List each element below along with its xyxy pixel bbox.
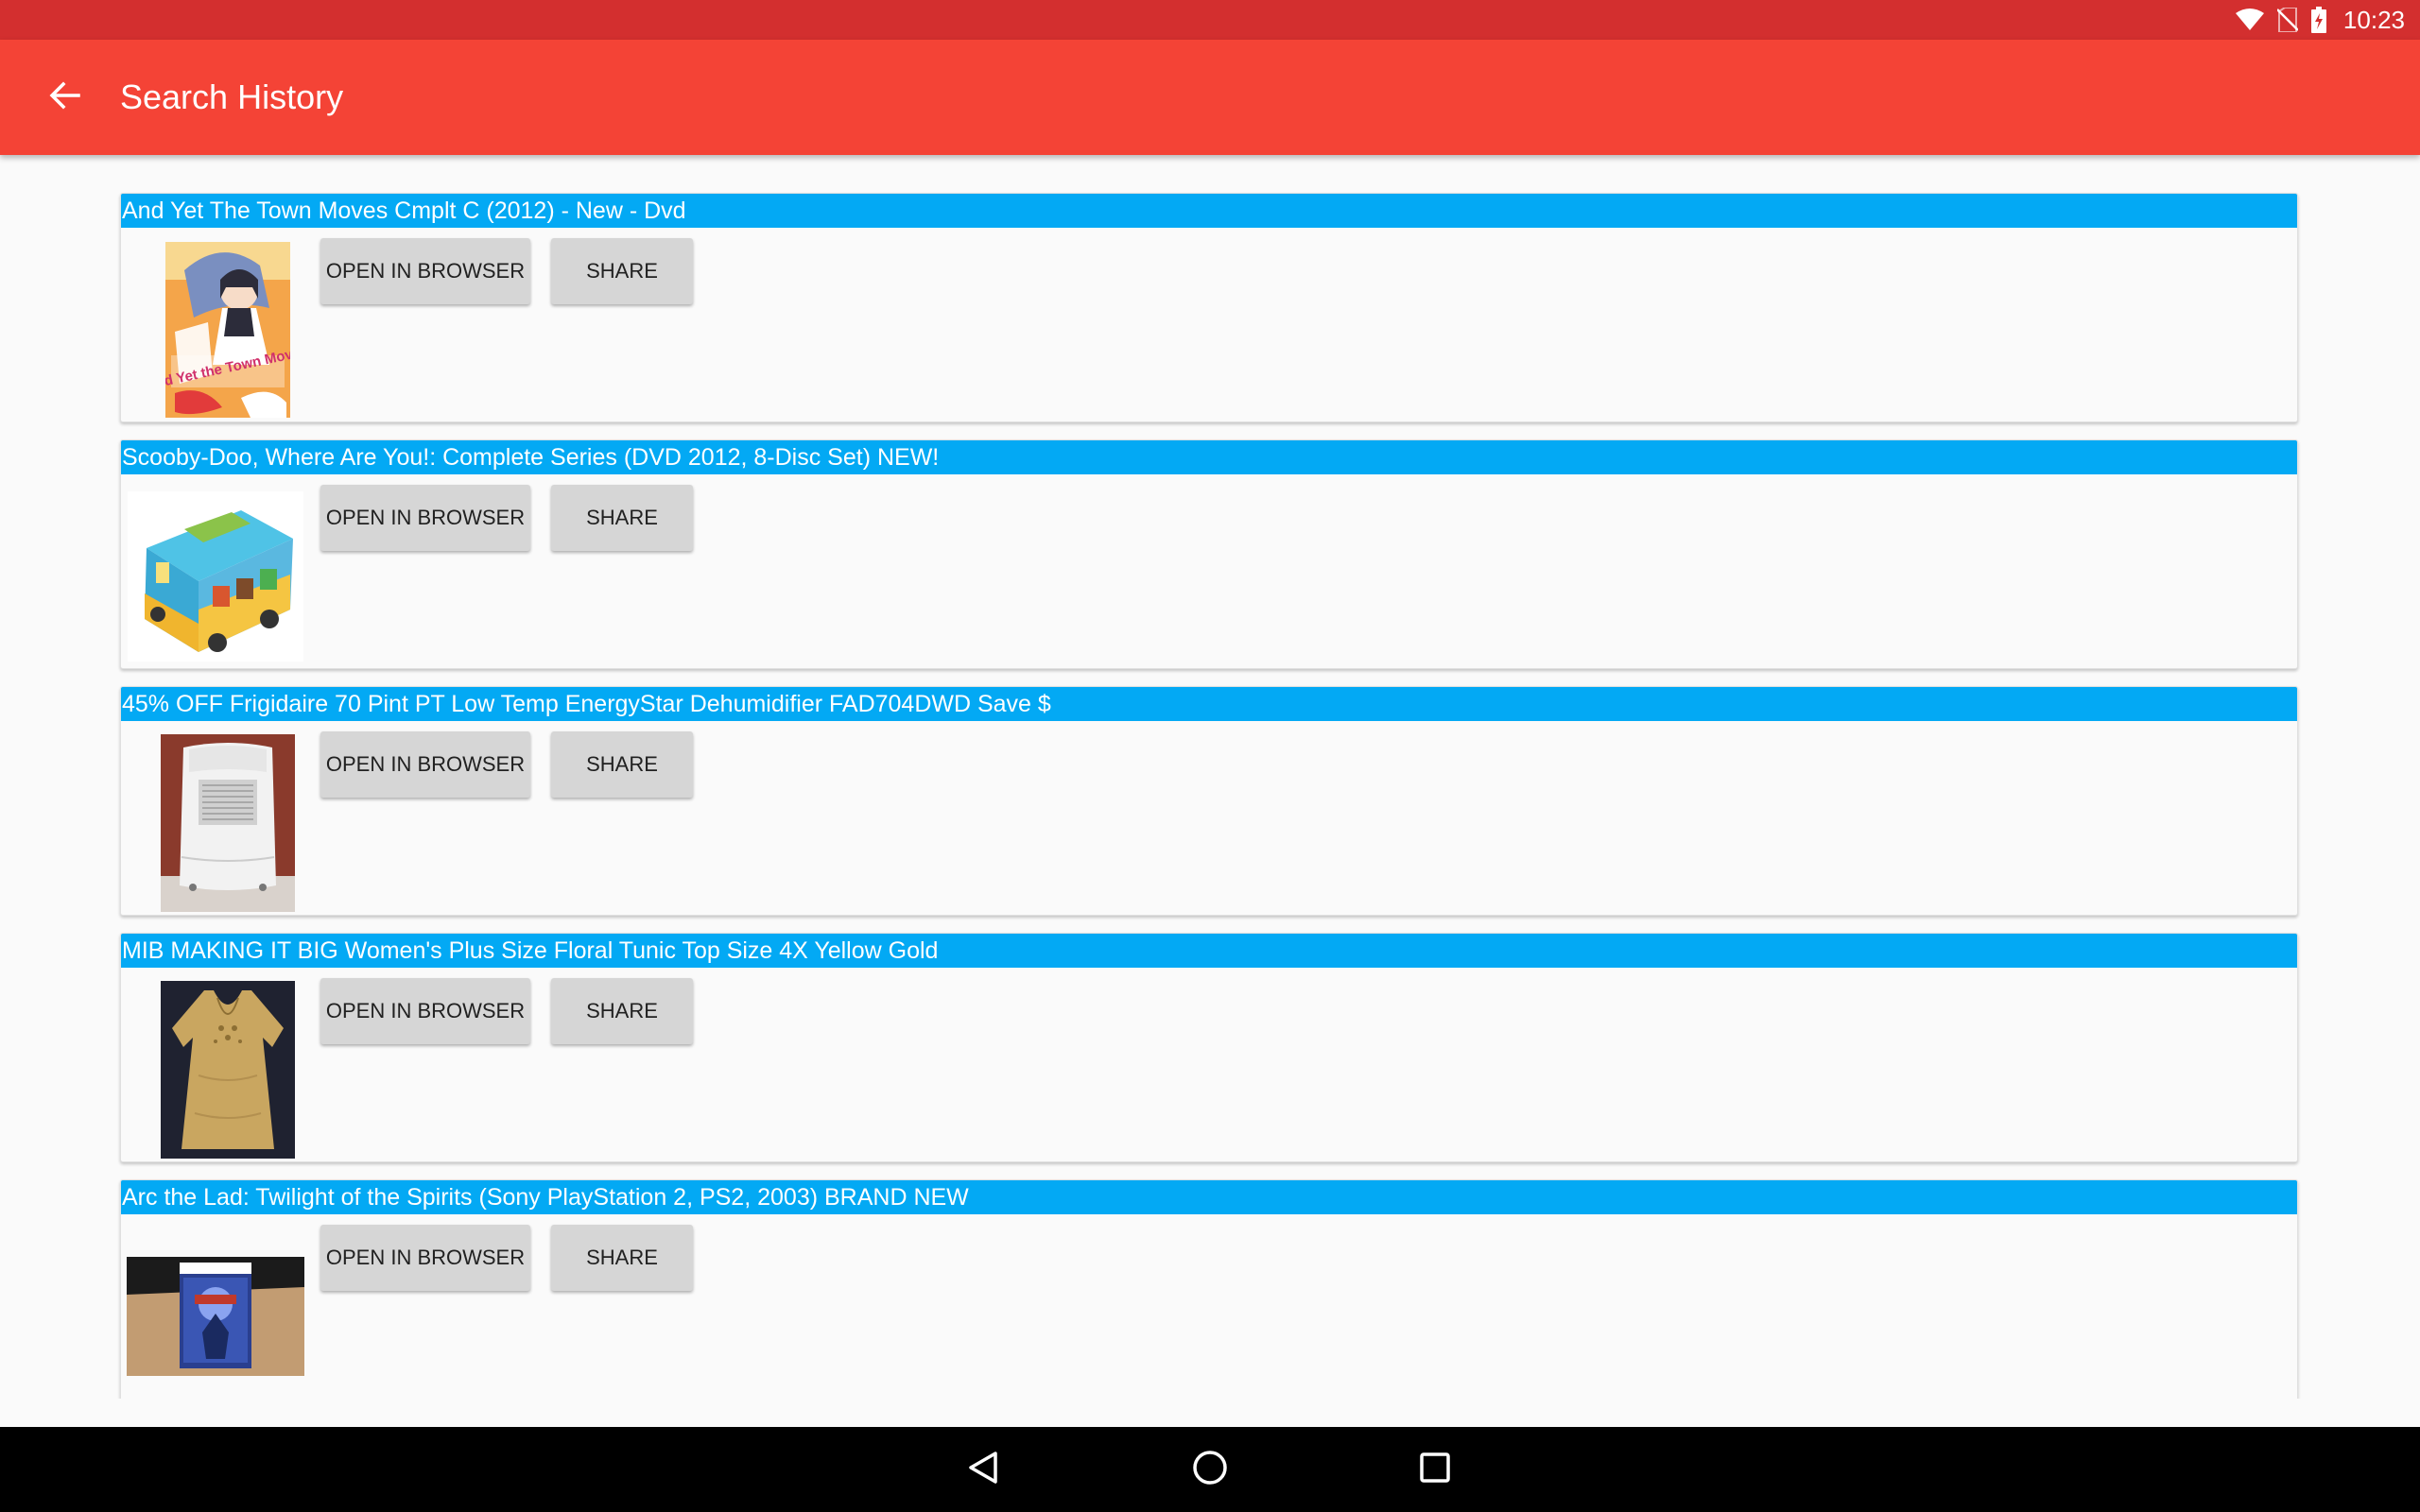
game-case-thumbnail: [127, 1257, 304, 1376]
item-thumbnail[interactable]: [126, 488, 305, 665]
item-title: Scooby-Doo, Where Are You!: Complete Ser…: [121, 440, 2297, 474]
item-thumbnail[interactable]: [126, 1228, 305, 1399]
history-card: Scooby-Doo, Where Are You!: Complete Ser…: [120, 439, 2298, 669]
item-thumbnail[interactable]: And Yet the Town Moves: [138, 241, 318, 419]
share-button[interactable]: SHARE: [551, 731, 693, 798]
arrow-back-icon: [48, 79, 80, 116]
item-title: Arc the Lad: Twilight of the Spirits (So…: [121, 1180, 2297, 1214]
no-sim-icon: [2276, 8, 2298, 32]
status-icons: 10:23: [2235, 0, 2405, 40]
status-bar: 10:23: [0, 0, 2420, 40]
tunic-top-thumbnail: [161, 981, 295, 1159]
open-in-browser-button[interactable]: OPEN IN BROWSER: [320, 978, 530, 1044]
share-button[interactable]: SHARE: [551, 1225, 693, 1291]
open-in-browser-button[interactable]: OPEN IN BROWSER: [320, 1225, 530, 1291]
item-thumbnail[interactable]: [138, 981, 318, 1159]
page-title: Search History: [120, 77, 344, 116]
back-button[interactable]: [34, 67, 95, 128]
history-card: MIB MAKING IT BIG Women's Plus Size Flor…: [120, 933, 2298, 1162]
wifi-icon: [2235, 9, 2264, 31]
nav-recents-icon: [1419, 1452, 1451, 1488]
history-card: 45% OFF Frigidaire 70 Pint PT Low Temp E…: [120, 686, 2298, 916]
nav-home-button[interactable]: [1180, 1439, 1240, 1500]
share-button[interactable]: SHARE: [551, 978, 693, 1044]
nav-home-icon: [1192, 1450, 1228, 1490]
open-in-browser-button[interactable]: OPEN IN BROWSER: [320, 485, 530, 551]
history-card: And Yet The Town Moves Cmplt C (2012) - …: [120, 193, 2298, 422]
share-button[interactable]: SHARE: [551, 238, 693, 304]
dvd-cover-thumbnail: And Yet the Town Moves: [165, 242, 290, 418]
nav-back-icon: [967, 1451, 999, 1489]
dvd-box-set-thumbnail: [128, 491, 303, 662]
app-bar: Search History: [0, 40, 2420, 155]
item-thumbnail[interactable]: [138, 734, 318, 912]
history-card: Arc the Lad: Twilight of the Spirits (So…: [120, 1179, 2298, 1399]
nav-recents-button[interactable]: [1405, 1439, 1465, 1500]
open-in-browser-button[interactable]: OPEN IN BROWSER: [320, 731, 530, 798]
share-button[interactable]: SHARE: [551, 485, 693, 551]
dehumidifier-thumbnail: [161, 734, 295, 912]
status-time: 10:23: [2342, 5, 2405, 34]
nav-back-button[interactable]: [953, 1439, 1013, 1500]
navigation-bar: [0, 1427, 2420, 1512]
item-title: And Yet The Town Moves Cmplt C (2012) - …: [121, 194, 2297, 228]
search-history-list[interactable]: And Yet The Town Moves Cmplt C (2012) - …: [0, 155, 2420, 1399]
open-in-browser-button[interactable]: OPEN IN BROWSER: [320, 238, 530, 304]
item-title: MIB MAKING IT BIG Women's Plus Size Flor…: [121, 934, 2297, 968]
battery-charging-icon: [2310, 7, 2326, 33]
item-title: 45% OFF Frigidaire 70 Pint PT Low Temp E…: [121, 687, 2297, 721]
